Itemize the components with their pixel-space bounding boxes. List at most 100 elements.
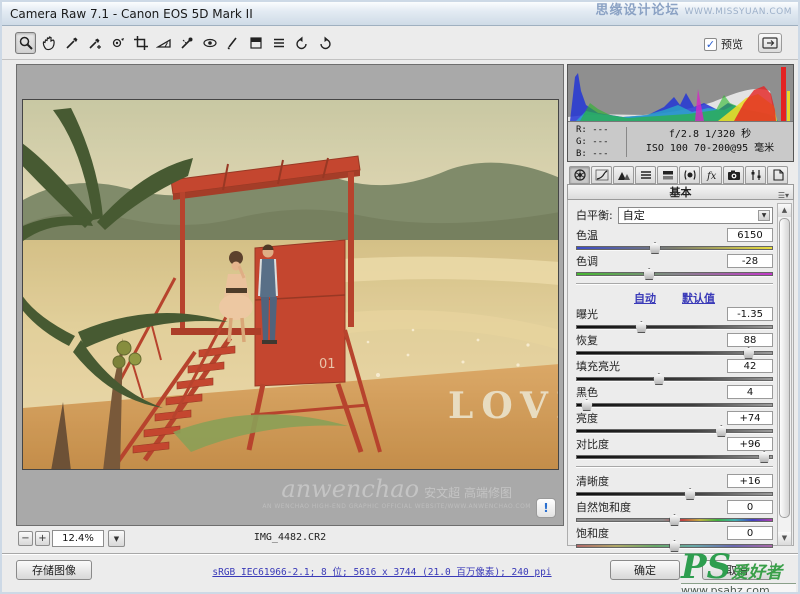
tone-curve-icon	[595, 169, 609, 181]
white-balance-label: 白平衡:	[576, 207, 613, 223]
white-balance-select[interactable]: 自定 ▼	[618, 207, 773, 224]
slider-value-field[interactable]: 0	[727, 500, 773, 514]
adjustment-brush-tool[interactable]	[222, 32, 243, 54]
divider	[576, 466, 773, 468]
footer-bar: 存储图像 sRGB IEC61966-2.1; 8 位; 5616 x 3744…	[2, 555, 798, 593]
missyuan-watermark: 思缘设计论坛 WWW.MISSYUAN.COM	[596, 4, 792, 17]
slider-value-field[interactable]: -28	[727, 254, 773, 268]
slider-track[interactable]	[576, 377, 773, 381]
slider-track[interactable]	[576, 544, 773, 548]
white-balance-tool[interactable]	[61, 32, 82, 54]
spot-removal-tool[interactable]	[176, 32, 197, 54]
slider-track[interactable]	[576, 492, 773, 496]
rgb-r: R: ---	[576, 124, 626, 136]
tab-hsl-grayscale[interactable]	[635, 166, 656, 184]
fullscreen-toggle-button[interactable]	[758, 33, 782, 53]
rotate-right-tool[interactable]	[314, 32, 335, 54]
slider-label: 黑色	[576, 384, 598, 400]
presets-icon	[749, 169, 763, 181]
default-link[interactable]: 默认值	[682, 290, 715, 306]
slider-row: 填充亮光 42	[576, 358, 773, 384]
straighten-tool[interactable]	[153, 32, 174, 54]
slider-row: 对比度 +96	[576, 436, 773, 462]
scroll-up-icon[interactable]: ▲	[778, 204, 791, 217]
aperture-icon	[573, 169, 587, 181]
photo-illustration: LOVE 01	[23, 100, 559, 470]
zoom-tool[interactable]	[15, 32, 36, 54]
slider-track[interactable]	[576, 403, 773, 407]
white-balance-sliders: 色温 6150 色调 -28	[576, 227, 773, 279]
slider-label: 清晰度	[576, 473, 609, 489]
tab-snapshots[interactable]	[767, 166, 788, 184]
brush-icon	[225, 35, 241, 51]
tab-split-toning[interactable]	[657, 166, 678, 184]
slider-track[interactable]	[576, 272, 773, 276]
panel-tabs: fx	[567, 166, 794, 184]
histogram-box: R: --- G: --- B: --- f/2.8 1/320 秒 ISO 1…	[567, 64, 794, 162]
histogram-graph[interactable]	[568, 65, 793, 121]
photo-preview[interactable]: LOVE 01	[22, 99, 559, 470]
preview-label: 预览	[721, 36, 743, 52]
tool-group	[15, 32, 335, 54]
tab-lens-corrections[interactable]	[679, 166, 700, 184]
slider-value-field[interactable]: 0	[727, 526, 773, 540]
tab-tone-curve[interactable]	[591, 166, 612, 184]
fx-icon: fx	[705, 169, 719, 181]
hand-tool[interactable]	[38, 32, 59, 54]
panel-scrollbar[interactable]: ▲ ▼	[777, 203, 792, 546]
rotate-cw-icon	[317, 35, 333, 51]
slider-value-field[interactable]: +16	[727, 474, 773, 488]
ok-button[interactable]: 确定	[610, 560, 680, 580]
level-triangle-icon	[156, 35, 172, 51]
magnifier-icon	[18, 35, 34, 51]
slider-label: 曝光	[576, 306, 598, 322]
slider-track[interactable]	[576, 246, 773, 250]
graduated-filter-tool[interactable]	[245, 32, 266, 54]
split-toning-icon	[661, 169, 675, 181]
tab-effects[interactable]: fx	[701, 166, 722, 184]
fullscreen-icon	[762, 37, 778, 49]
camera-info: R: --- G: --- B: --- f/2.8 1/320 秒 ISO 1…	[568, 121, 793, 161]
slider-value-field[interactable]: +74	[727, 411, 773, 425]
slider-value-field[interactable]: +96	[727, 437, 773, 451]
preferences-tool[interactable]	[268, 32, 289, 54]
slider-track[interactable]	[576, 325, 773, 329]
workflow-options-link[interactable]: sRGB IEC61966-2.1; 8 位; 5616 x 3744 (21.…	[172, 564, 592, 578]
save-image-button[interactable]: 存储图像	[16, 560, 92, 580]
slider-value-field[interactable]: 42	[727, 359, 773, 373]
red-eye-tool[interactable]	[199, 32, 220, 54]
slider-track[interactable]	[576, 518, 773, 522]
scrollbar-thumb[interactable]	[779, 218, 790, 518]
list-icon	[271, 35, 287, 51]
cancel-button[interactable]: 取消	[702, 560, 772, 580]
slider-thumb[interactable]	[669, 540, 681, 552]
divider	[576, 283, 773, 285]
slider-track[interactable]	[576, 429, 773, 433]
adjustments-panel: R: --- G: --- B: --- f/2.8 1/320 秒 ISO 1…	[567, 64, 794, 546]
slider-value-field[interactable]: 88	[727, 333, 773, 347]
slider-track[interactable]	[576, 455, 773, 459]
tab-presets[interactable]	[745, 166, 766, 184]
slider-row: 色温 6150	[576, 227, 773, 253]
crop-tool[interactable]	[130, 32, 151, 54]
targeted-adjustment-tool[interactable]	[107, 32, 128, 54]
scroll-down-icon[interactable]: ▼	[778, 532, 791, 545]
gradient-rect-icon	[248, 35, 264, 51]
heal-brush-icon	[179, 35, 195, 51]
slider-thumb[interactable]	[758, 451, 770, 463]
warning-badge-button[interactable]: !	[536, 498, 556, 518]
rotate-left-tool[interactable]	[291, 32, 312, 54]
color-sampler-tool[interactable]	[84, 32, 105, 54]
tab-detail[interactable]	[613, 166, 634, 184]
slider-value-field[interactable]: 4	[727, 385, 773, 399]
preview-checkbox[interactable]: ✓	[704, 38, 717, 51]
tab-basic[interactable]	[569, 166, 590, 184]
slider-value-field[interactable]: -1.35	[727, 307, 773, 321]
panel-title: 基本 ☰▾	[567, 184, 794, 200]
slider-thumb[interactable]	[643, 268, 655, 280]
auto-link[interactable]: 自动	[634, 290, 656, 306]
slider-value-field[interactable]: 6150	[727, 228, 773, 242]
tab-camera-calibration[interactable]	[723, 166, 744, 184]
preview-canvas[interactable]: LOVE 01	[16, 64, 564, 526]
slider-track[interactable]	[576, 351, 773, 355]
